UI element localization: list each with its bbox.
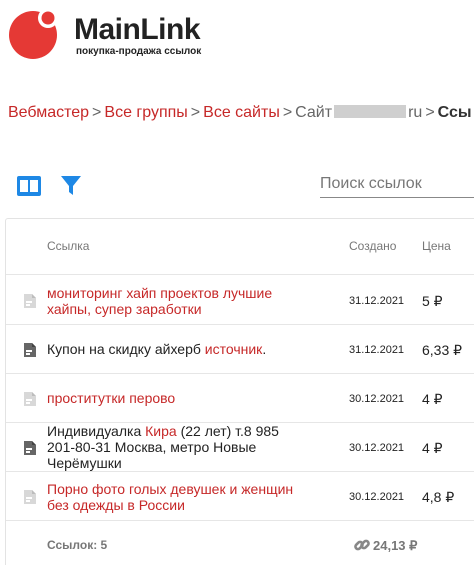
table-header: Ссылка Создано Цена [6, 219, 474, 275]
search-input[interactable] [320, 170, 474, 198]
row-link-text: Индивидуалка Кира (22 лет) т.8 985 201-8… [47, 423, 279, 471]
row-link-anchor[interactable]: проститутки перово [47, 390, 175, 406]
page-icon [24, 490, 36, 504]
table-footer: Ссылок: 5 24,13 ₽ [6, 526, 474, 565]
row-created-date: 30.12.2021 [349, 491, 405, 503]
row-link-anchor[interactable]: мониторинг хайп проектов лучшие хайпы, с… [47, 285, 272, 317]
row-created-date: 31.12.2021 [349, 344, 405, 356]
breadcrumb-current: Ссы [437, 104, 472, 121]
redacted-site-name [334, 105, 407, 118]
links-count: Ссылок: 5 [47, 538, 108, 552]
row-price: 4,8 ₽ [422, 489, 455, 505]
row-created-date: 30.12.2021 [349, 393, 405, 405]
row-created-date: 30.12.2021 [349, 442, 405, 454]
table-row[interactable]: Купон на скидку айхерб источник. 31.12.2… [6, 325, 474, 374]
row-price: 6,33 ₽ [422, 342, 463, 358]
filter-icon[interactable] [59, 173, 83, 197]
row-link-anchor[interactable]: Порно фото голых девушек и женщин без од… [47, 481, 293, 513]
page-icon [24, 343, 36, 357]
breadcrumb-separator: > [282, 104, 293, 121]
row-created-date: 31.12.2021 [349, 295, 405, 307]
column-header-link[interactable]: Ссылка [47, 239, 89, 253]
row-link-anchor[interactable]: источник [205, 341, 263, 357]
mainlink-logo-icon [9, 8, 58, 59]
table-row[interactable]: проститутки перово 30.12.2021 4 ₽ [6, 374, 474, 423]
breadcrumb-site-suffix: ru [408, 104, 423, 121]
row-price: 4 ₽ [422, 391, 443, 407]
row-price: 5 ₽ [422, 293, 443, 309]
column-header-created[interactable]: Создано [349, 239, 396, 253]
link-icon [354, 539, 370, 551]
table-row[interactable]: мониторинг хайп проектов лучшие хайпы, с… [6, 276, 474, 325]
row-link-text: проститутки перово [47, 390, 297, 406]
breadcrumb-all-groups[interactable]: Все группы [104, 104, 187, 121]
breadcrumb-webmaster[interactable]: Вебмастер [8, 104, 89, 121]
row-link-anchor[interactable]: Кира [145, 423, 177, 439]
brand-name: MainLink [74, 13, 201, 46]
breadcrumb-separator: > [190, 104, 201, 121]
links-table: Ссылка Создано Цена мониторинг хайп прое… [5, 218, 474, 565]
breadcrumb: Вебмастер > Все группы > Все сайты > Сайт ru > Сс… [8, 103, 472, 123]
table-row[interactable]: Порно фото голых девушек и женщин без од… [6, 472, 474, 521]
row-link-text: Купон на скидку айхерб источник. [47, 341, 267, 357]
breadcrumb-separator: > [425, 104, 435, 121]
page-icon [24, 441, 36, 455]
breadcrumb-all-sites[interactable]: Все сайты [203, 104, 280, 121]
row-link-text: мониторинг хайп проектов лучшие хайпы, с… [47, 285, 297, 317]
row-link-text: Порно фото голых девушек и женщин без од… [47, 481, 297, 513]
brand-tagline: покупка-продажа ссылок [76, 46, 202, 57]
links-total-price: 24,13 ₽ [373, 538, 418, 553]
brand-logo[interactable]: MainLink покупка-продажа ссылок [8, 6, 268, 59]
table-row[interactable]: Индивидуалка Кира (22 лет) т.8 985 201-8… [6, 423, 474, 472]
column-header-price[interactable]: Цена [422, 239, 451, 253]
row-price: 4 ₽ [422, 440, 443, 456]
page-icon [24, 294, 36, 308]
page-icon [24, 392, 36, 406]
grid-view-icon[interactable] [17, 176, 41, 196]
breadcrumb-site-prefix: Сайт [295, 104, 333, 121]
breadcrumb-separator: > [92, 104, 102, 121]
